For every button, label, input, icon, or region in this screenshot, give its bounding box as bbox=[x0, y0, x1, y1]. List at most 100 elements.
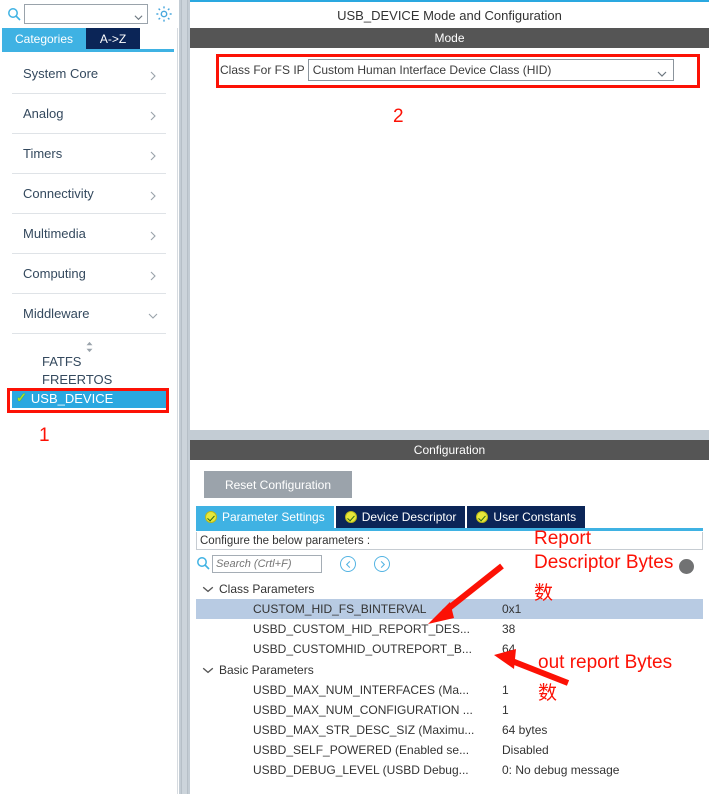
table-row[interactable]: USBD_MAX_NUM_INTERFACES (Ma... 1 bbox=[196, 680, 703, 700]
sidebar-item-label: FATFS bbox=[42, 353, 82, 369]
configuration-tabs-underline bbox=[196, 528, 703, 531]
annotation-number-2: 2 bbox=[393, 106, 404, 127]
search-icon bbox=[4, 7, 24, 21]
parameter-name: USBD_CUSTOMHID_OUTREPORT_B... bbox=[253, 642, 472, 656]
tab-user-constants[interactable]: User Constants bbox=[467, 506, 586, 528]
parameter-search-field[interactable] bbox=[212, 555, 322, 573]
sidebar-item-computing[interactable]: Computing bbox=[12, 254, 166, 294]
annotation-report-descriptor-line2: Descriptor Bytes bbox=[534, 552, 674, 573]
tab-categories[interactable]: Categories bbox=[2, 28, 86, 49]
table-row[interactable]: USBD_MAX_NUM_CONFIGURATION ... 1 bbox=[196, 700, 703, 720]
tab-label: Device Descriptor bbox=[361, 510, 457, 524]
parameter-name: USBD_MAX_NUM_INTERFACES (Ma... bbox=[253, 683, 470, 697]
splitter-grip[interactable] bbox=[181, 0, 188, 794]
panel-splitter[interactable] bbox=[179, 0, 190, 794]
chevron-right-icon bbox=[148, 109, 158, 120]
parameter-name: USBD_SELF_POWERED (Enabled se... bbox=[253, 743, 470, 757]
table-row[interactable]: CUSTOM_HID_FS_BINTERVAL 0x1 bbox=[196, 599, 703, 619]
sidebar-item-multimedia[interactable]: Multimedia bbox=[12, 214, 166, 254]
sidebar-item-analog[interactable]: Analog bbox=[12, 94, 166, 134]
annotation-number-1: 1 bbox=[39, 425, 50, 446]
tab-parameter-settings[interactable]: Parameter Settings bbox=[196, 506, 334, 528]
configure-note: Configure the below parameters : bbox=[196, 532, 703, 550]
parameter-name: USBD_MAX_STR_DESC_SIZ (Maximu... bbox=[253, 723, 475, 737]
chevron-down-icon[interactable] bbox=[134, 9, 143, 21]
check-icon: ✓ bbox=[16, 390, 27, 405]
parameter-name: USBD_CUSTOM_HID_REPORT_DES... bbox=[253, 622, 470, 636]
parameter-value: 64 bytes bbox=[502, 723, 548, 737]
tree-group-class-parameters[interactable]: Class Parameters bbox=[196, 578, 703, 599]
sidebar-item-label: USB_DEVICE bbox=[30, 390, 114, 406]
sidebar-item-usb-device[interactable]: ✓ USB_DEVICE bbox=[12, 388, 166, 408]
tab-device-descriptor[interactable]: Device Descriptor bbox=[335, 506, 466, 528]
category-search-input[interactable] bbox=[25, 5, 129, 23]
categories-panel: Categories A->Z System Core Analog Timer… bbox=[0, 0, 178, 794]
chevron-right-circle-icon[interactable] bbox=[374, 556, 390, 572]
mode-section-header: Mode bbox=[190, 28, 709, 48]
check-circle-icon bbox=[476, 511, 489, 523]
table-row[interactable]: USBD_DEBUG_LEVEL (USBD Debug... 0: No de… bbox=[196, 760, 703, 780]
gear-icon[interactable] bbox=[153, 3, 175, 25]
chevron-left-circle-icon[interactable] bbox=[340, 556, 356, 572]
tab-label: User Constants bbox=[493, 510, 577, 524]
sidebar-item-freertos[interactable]: FREERTOS bbox=[42, 370, 178, 388]
sidebar-item-middleware[interactable]: Middleware bbox=[12, 294, 166, 334]
page-title: USB_DEVICE Mode and Configuration bbox=[190, 3, 709, 27]
sidebar-item-label: System Core bbox=[23, 66, 99, 81]
sidebar-item-timers[interactable]: Timers bbox=[12, 134, 166, 174]
class-for-fs-ip-select[interactable]: Custom Human Interface Device Class (HID… bbox=[307, 59, 674, 81]
chevron-down-icon[interactable] bbox=[657, 66, 667, 77]
sidebar-item-system-core[interactable]: System Core bbox=[12, 54, 166, 94]
annotation-report-descriptor-line1: Report bbox=[534, 528, 592, 549]
category-search-combobox[interactable] bbox=[24, 4, 148, 24]
parameter-value: 38 bbox=[502, 622, 516, 636]
annotation-out-report-line1: out report Bytes bbox=[538, 652, 673, 673]
mode-and-configuration-panel: USB_DEVICE Mode and Configuration Mode C… bbox=[190, 0, 709, 794]
chevron-down-icon[interactable] bbox=[202, 664, 214, 676]
mouse-cursor bbox=[679, 559, 694, 574]
chevron-right-icon bbox=[148, 229, 158, 240]
class-for-fs-ip-label: Class For FS IP bbox=[220, 63, 305, 77]
category-tabs: Categories A->Z bbox=[0, 28, 178, 52]
tab-label: Parameter Settings bbox=[222, 510, 325, 524]
sidebar-item-label: FREERTOS bbox=[42, 371, 113, 387]
sidebar-item-label: Computing bbox=[23, 266, 86, 281]
category-list: System Core Analog Timers Connectivity M… bbox=[0, 54, 178, 334]
annotation-out-report-line2: 数 bbox=[538, 683, 558, 704]
parameter-tree: Class Parameters CUSTOM_HID_FS_BINTERVAL… bbox=[196, 578, 703, 780]
sidebar-item-connectivity[interactable]: Connectivity bbox=[12, 174, 166, 214]
parameter-search-input[interactable] bbox=[213, 556, 319, 572]
sidebar-item-label: Timers bbox=[23, 146, 63, 161]
sidebar-item-label: Analog bbox=[23, 106, 64, 121]
table-row[interactable]: USBD_CUSTOM_HID_REPORT_DES... 38 bbox=[196, 619, 703, 639]
sidebar-item-label: Middleware bbox=[23, 306, 90, 321]
parameter-value: 1 bbox=[502, 703, 509, 717]
class-for-fs-ip-row: Class For FS IP Custom Human Interface D… bbox=[220, 59, 674, 81]
annotation-report-descriptor-line3: 数 bbox=[534, 583, 554, 604]
table-row[interactable]: USBD_MAX_STR_DESC_SIZ (Maximu... 64 byte… bbox=[196, 720, 703, 740]
parameter-value: 0: No debug message bbox=[502, 763, 620, 777]
app-window: Categories A->Z System Core Analog Timer… bbox=[0, 0, 709, 794]
search-icon bbox=[196, 556, 212, 572]
parameter-value: 1 bbox=[502, 683, 509, 697]
parameter-name: CUSTOM_HID_FS_BINTERVAL bbox=[253, 602, 427, 616]
configuration-section-body: Reset Configuration Parameter Settings D… bbox=[190, 460, 709, 794]
tab-a-to-z[interactable]: A->Z bbox=[86, 28, 140, 49]
check-circle-icon bbox=[344, 511, 357, 523]
top-accent-bar bbox=[190, 0, 709, 2]
sidebar-item-label: Connectivity bbox=[23, 186, 94, 201]
configuration-tabs: Parameter Settings Device Descriptor Use… bbox=[196, 506, 587, 528]
reset-configuration-button[interactable]: Reset Configuration bbox=[204, 471, 352, 498]
panel-gap bbox=[190, 430, 709, 440]
tabs-underline bbox=[2, 49, 174, 52]
parameter-name: USBD_DEBUG_LEVEL (USBD Debug... bbox=[253, 763, 469, 777]
tree-group-label: Basic Parameters bbox=[219, 662, 314, 677]
check-circle-icon bbox=[205, 511, 217, 523]
chevron-right-icon bbox=[148, 189, 158, 200]
parameter-value: 0x1 bbox=[502, 602, 522, 616]
chevron-right-icon bbox=[148, 69, 158, 80]
chevron-right-icon bbox=[148, 149, 158, 160]
sidebar-item-fatfs[interactable]: FATFS bbox=[42, 352, 178, 370]
table-row[interactable]: USBD_SELF_POWERED (Enabled se... Disable… bbox=[196, 740, 703, 760]
chevron-down-icon[interactable] bbox=[202, 583, 214, 595]
